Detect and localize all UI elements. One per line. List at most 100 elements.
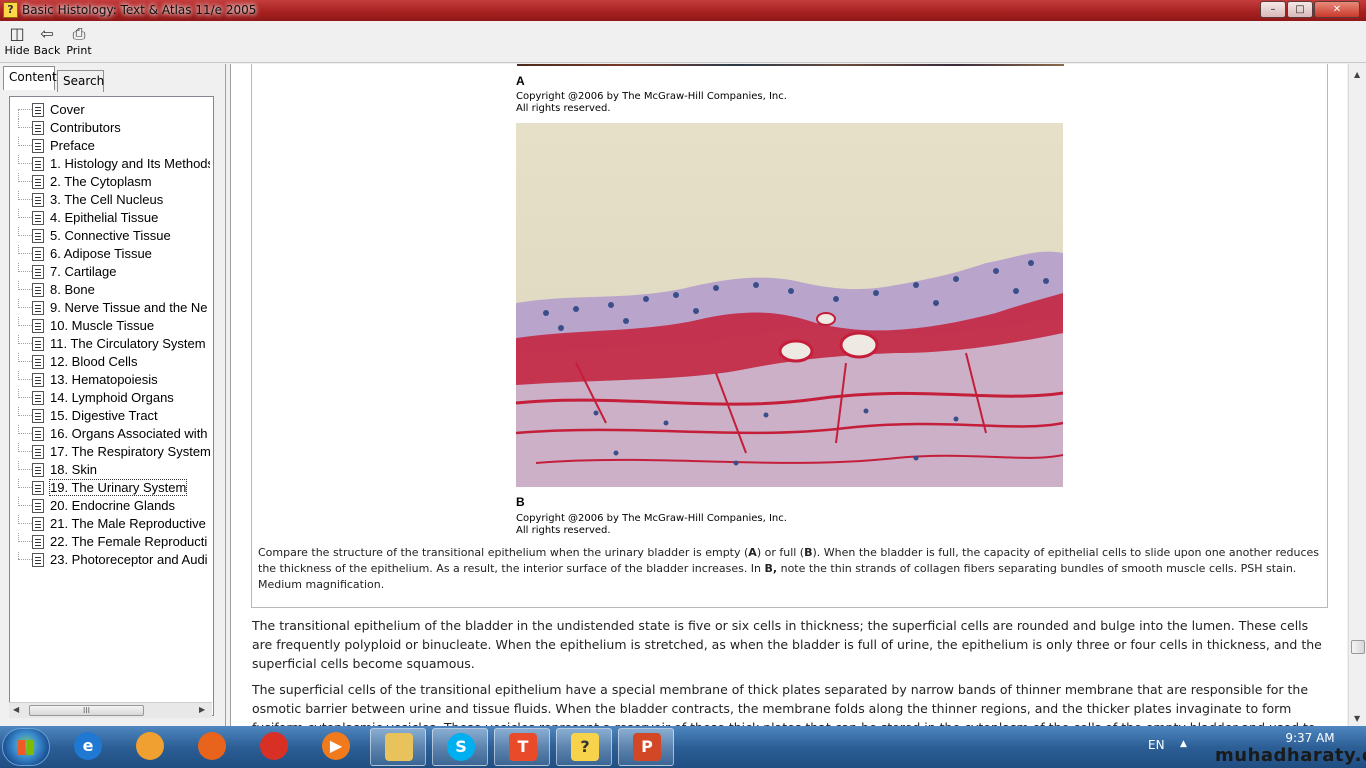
language-indicator[interactable]: EN [1148,738,1165,752]
tree-connector-dots [18,181,32,182]
tree-item[interactable]: 2. The Cytoplasm [10,173,210,191]
tree-item[interactable]: Cover [10,101,210,119]
show-hidden-icons-icon[interactable]: ▲ [1180,739,1187,749]
clock[interactable]: 9:37 AM [1280,731,1340,745]
content-vertical-scrollbar[interactable]: ▲ ▼ [1348,64,1366,726]
window-title: Basic Histology: Text & Atlas 11/e 2005 [22,3,257,17]
tree-connector-line [18,551,19,559]
hide-button[interactable]: ◫ Hide [2,24,32,60]
tree-item[interactable]: 5. Connective Tissue [10,227,210,245]
copyright-a: Copyright @2006 by The McGraw-Hill Compa… [516,91,787,114]
tree-connector-dots [18,379,32,380]
content-scroll-thumb[interactable] [1351,640,1365,654]
tree-item[interactable]: Contributors [10,119,210,137]
taskbar-help-viewer[interactable]: ? [556,728,612,766]
tree-connector-dots [18,199,32,200]
tree-item[interactable]: 3. The Cell Nucleus [10,191,210,209]
tree-item-label: 18. Skin [50,462,97,477]
body-paragraph-2: The superficial cells of the transitiona… [252,682,1316,726]
document-icon [32,121,44,135]
taskbar-skype[interactable]: S [432,728,488,766]
minimize-button[interactable]: – [1260,1,1286,18]
tree-item[interactable]: 17. The Respiratory System [10,443,210,461]
tree-item-label: 1. Histology and Its Methods [50,156,210,171]
taskbar-t-app[interactable]: T [494,728,550,766]
tree-item[interactable]: 1. Histology and Its Methods [10,155,210,173]
tree-connector-dots [18,109,32,110]
taskbar-chrome[interactable] [246,728,302,766]
help-viewer-icon: ? [571,733,599,761]
tree-item[interactable]: 16. Organs Associated with [10,425,210,443]
tree-item[interactable]: 21. The Male Reproductive [10,515,210,533]
file-explorer-icon [385,733,413,761]
scroll-right-icon[interactable]: ▶ [199,705,205,714]
taskbar-powerpoint[interactable]: P [618,728,674,766]
tree-horizontal-scrollbar[interactable]: ◀ III ▶ [9,702,212,718]
powerpoint-icon: P [633,733,661,761]
document-icon [32,175,44,189]
tree-item-label: 17. The Respiratory System [50,444,210,459]
t-app-icon: T [509,733,537,761]
scroll-up-icon[interactable]: ▲ [1354,70,1360,79]
tree-connector-dots [18,361,32,362]
tree-item[interactable]: 8. Bone [10,281,210,299]
tree-connector-dots [18,307,32,308]
tree-item-label: 11. The Circulatory System [50,336,206,351]
tree-item[interactable]: 7. Cartilage [10,263,210,281]
tree-item[interactable]: 23. Photoreceptor and Audi [10,551,210,569]
tree-item-label: 9. Nerve Tissue and the Ne [50,300,208,315]
taskbar: e ▶ S T? P EN ▲ 9:37 AM muhadharaty.com [0,726,1366,768]
taskbar-orange-app[interactable] [122,728,178,766]
scroll-down-icon[interactable]: ▼ [1354,714,1360,723]
tree-item[interactable]: 15. Digestive Tract [10,407,210,425]
tree-item[interactable]: 22. The Female Reproducti [10,533,210,551]
document-icon [32,535,44,549]
content-pane: A Copyright @2006 by The McGraw-Hill Com… [230,64,1347,726]
document-icon [32,247,44,261]
tree-connector-dots [18,397,32,398]
tree-connector-line [18,109,19,119]
tree-item[interactable]: 10. Muscle Tissue [10,317,210,335]
back-label: Back [33,44,61,57]
maximize-button[interactable]: □ [1287,1,1313,18]
taskbar-file-explorer[interactable] [370,728,426,766]
tree-item-label: 6. Adipose Tissue [50,246,152,261]
tab-search[interactable]: Search [57,70,104,92]
tree-item[interactable]: 18. Skin [10,461,210,479]
tree-item[interactable]: 9. Nerve Tissue and the Ne [10,299,210,317]
tree-item-label: Cover [50,102,85,117]
scroll-thumb[interactable]: III [29,705,144,716]
scroll-left-icon[interactable]: ◀ [13,705,19,714]
chrome-icon [260,732,288,760]
close-button[interactable]: ✕ [1314,1,1360,18]
tree-item[interactable]: 14. Lymphoid Organs [10,389,210,407]
help-app-icon[interactable]: ? [3,2,18,18]
tree-item[interactable]: 6. Adipose Tissue [10,245,210,263]
tree-item-label: 16. Organs Associated with [50,426,208,441]
figure-label-a: A [516,74,525,88]
tree-item-label: Preface [50,138,95,153]
tree-connector-dots [18,415,32,416]
tree-item[interactable]: Preface [10,137,210,155]
tree-item[interactable]: 19. The Urinary System [10,479,210,497]
micrograph-b-image [516,123,1063,487]
tree-item[interactable]: 12. Blood Cells [10,353,210,371]
document-icon [32,499,44,513]
tree-item[interactable]: 13. Hematopoiesis [10,371,210,389]
taskbar-internet-explorer[interactable]: e [60,728,116,766]
taskbar-media-player[interactable]: ▶ [308,728,364,766]
tree-item-label: 7. Cartilage [50,264,117,279]
tree-connector-dots [18,469,32,470]
tree-connector-dots [18,235,32,236]
start-button[interactable] [2,728,50,766]
document-icon [32,427,44,441]
taskbar-firefox[interactable] [184,728,240,766]
document-icon [32,373,44,387]
tree-connector-dots [18,325,32,326]
tree-item[interactable]: 20. Endocrine Glands [10,497,210,515]
print-button[interactable]: ⎙ Print [64,24,94,60]
tree-item[interactable]: 11. The Circulatory System [10,335,210,353]
tab-contents[interactable]: Contents [3,66,63,90]
tree-item[interactable]: 4. Epithelial Tissue [10,209,210,227]
back-button[interactable]: ⇦ Back [32,24,62,60]
